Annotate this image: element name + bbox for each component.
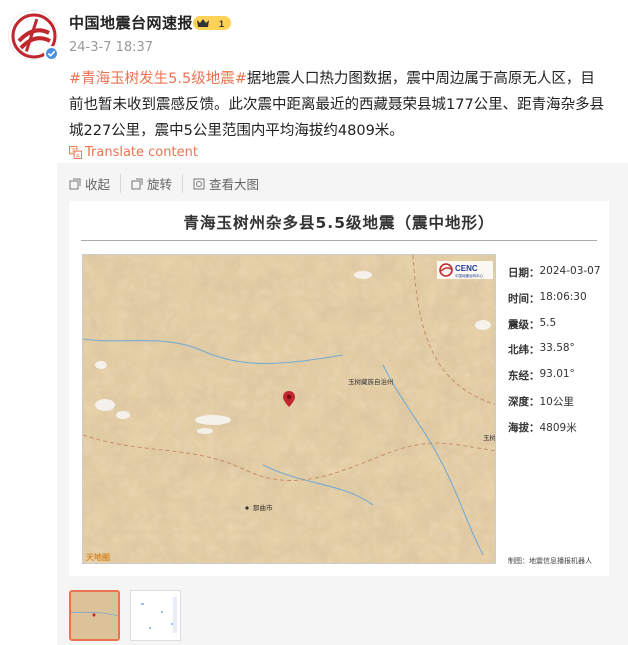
info-time: 时间： 18:06:30 xyxy=(508,290,587,305)
vip-level: 1 xyxy=(219,19,224,29)
place-nagqu: 那曲市 xyxy=(253,503,273,512)
view-large-label: 查看大图 xyxy=(209,177,260,192)
vip-badge-icon[interactable]: 1 xyxy=(193,15,233,31)
title-divider xyxy=(81,240,597,241)
rotate-button[interactable]: 旋转 xyxy=(131,174,184,193)
cenc-logo-text: CENC xyxy=(455,264,478,273)
info-longitude: 东经： 93.01° xyxy=(508,368,575,383)
quake-info-panel: 日期： 2024-03-07 时间： 18:06:30 震级： 5.5 北纬： 33.5… xyxy=(508,265,608,446)
thumbnail-heat-map[interactable] xyxy=(130,590,181,641)
terrain-map: 玉树藏族自治州 那曲市 玉树 CENC 中国地震台网中心 天地图 xyxy=(82,254,496,564)
verified-icon xyxy=(44,46,59,61)
tianditu-logo: 天地图 xyxy=(86,552,110,562)
cenc-logo-sub: 中国地震台网中心 xyxy=(455,273,483,278)
info-magnitude: 震级： 5.5 xyxy=(508,316,557,331)
place-yushu-short: 玉树 xyxy=(483,433,496,442)
info-altitude: 海拔： 4809米 xyxy=(508,421,577,434)
media-toolbar: 收起 旋转 查看大图 xyxy=(69,174,279,193)
svg-text:A: A xyxy=(76,154,80,159)
weibo-post: 中国地震台网速报 1 24-3-7 18:37 #青海玉树发生5.5级地震#据地… xyxy=(0,0,628,645)
author-name[interactable]: 中国地震台网速报 xyxy=(69,12,193,33)
collapse-icon xyxy=(69,178,81,189)
hashtag-link[interactable]: #青海玉树发生5.5级地震# xyxy=(69,71,247,87)
map-image[interactable]: 青海玉树州杂多县5.5级地震（震中地形） 玉树藏族自治州 那曲市 玉树 CENC… xyxy=(69,201,609,576)
rotate-icon xyxy=(131,178,143,189)
post-content: #青海玉树发生5.5级地震#据地震人口热力图数据，震中周边属于高原无人区，目前也… xyxy=(69,66,609,144)
collect-label: 收起 xyxy=(85,177,111,192)
zoom-icon xyxy=(193,178,205,189)
info-depth: 深度： 10公里 xyxy=(508,395,574,408)
post-time[interactable]: 24-3-7 18:37 xyxy=(69,40,153,55)
map-credit: 制图：地震信息播报机器人 xyxy=(508,557,592,565)
info-latitude: 北纬： 33.58° xyxy=(508,342,575,357)
view-large-button[interactable]: 查看大图 xyxy=(193,174,269,193)
map-title: 青海玉树州杂多县5.5级地震（震中地形） xyxy=(183,214,495,232)
translate-button[interactable]: 文 A Translate content xyxy=(69,145,198,160)
avatar[interactable] xyxy=(8,10,59,61)
place-yushu: 玉树藏族自治州 xyxy=(348,377,394,386)
info-date: 日期： 2024-03-07 xyxy=(508,265,601,279)
cenc-logo: CENC 中国地震台网中心 xyxy=(437,261,493,279)
translate-label: Translate content xyxy=(85,145,198,160)
rotate-label: 旋转 xyxy=(147,177,173,192)
translate-icon: 文 A xyxy=(69,146,82,159)
collect-button[interactable]: 收起 xyxy=(69,174,122,193)
thumbnail-terrain-map[interactable] xyxy=(69,590,120,641)
